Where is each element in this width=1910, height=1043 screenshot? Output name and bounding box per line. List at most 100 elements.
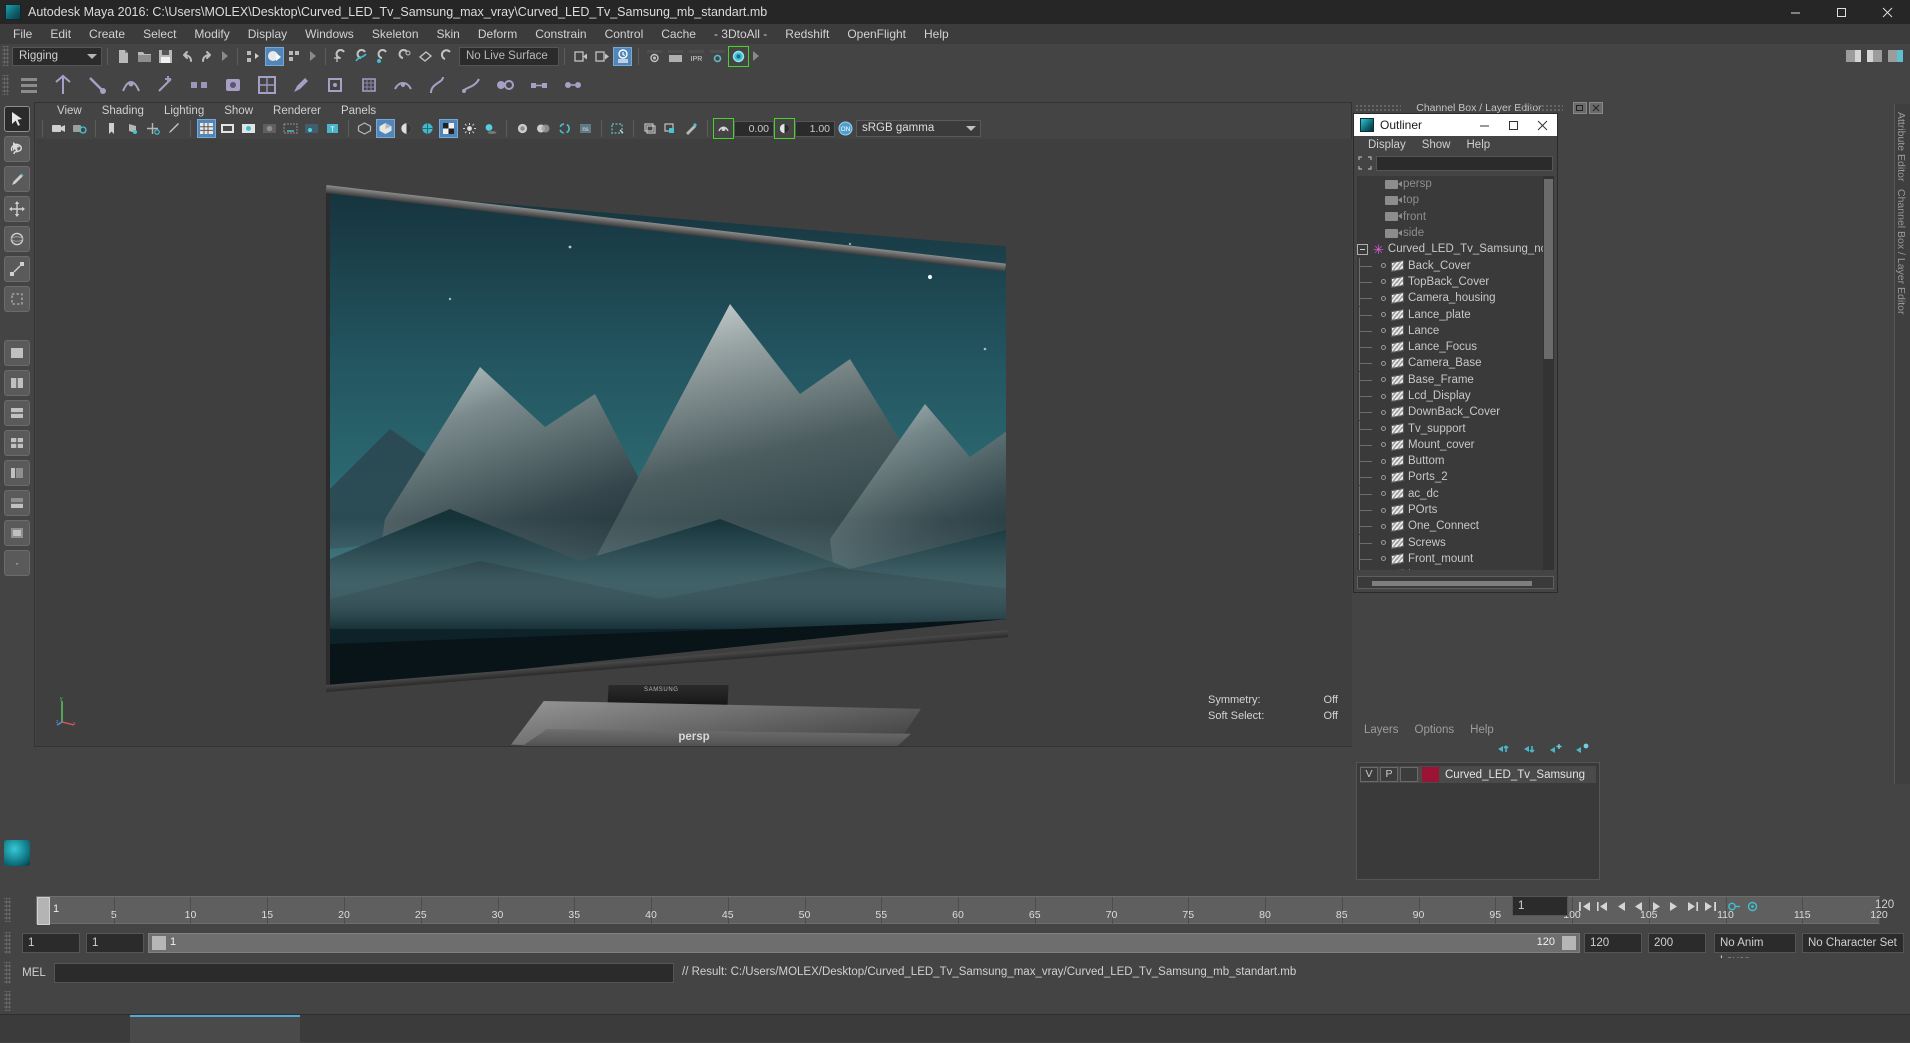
menu-item-openflight[interactable]: OpenFlight xyxy=(838,25,915,43)
use-default-material-icon[interactable] xyxy=(397,119,416,138)
menu-item-help[interactable]: Help xyxy=(915,25,958,43)
panel-gripper[interactable] xyxy=(1355,104,1401,112)
smooth-shade-icon[interactable] xyxy=(376,119,395,138)
close-button[interactable] xyxy=(1864,0,1910,24)
tree-node-knob[interactable] xyxy=(1381,393,1386,399)
menu-item-create[interactable]: Create xyxy=(80,25,134,43)
range-slider[interactable]: 1 120 xyxy=(148,933,1580,953)
menu-item-modify[interactable]: Modify xyxy=(185,25,238,43)
show-attribute-editor-icon[interactable] xyxy=(1844,46,1863,65)
layer-playback-toggle[interactable]: P xyxy=(1380,767,1398,782)
go-to-end-icon[interactable] xyxy=(1702,897,1718,915)
tree-node-knob[interactable] xyxy=(1381,507,1386,513)
help-line-gripper[interactable] xyxy=(4,991,11,1011)
motion-blur-icon[interactable] xyxy=(534,119,553,138)
new-layer-from-selected-icon[interactable] xyxy=(1575,742,1590,755)
viewport-menu-shading[interactable]: Shading xyxy=(92,105,154,117)
viewport-menu-renderer[interactable]: Renderer xyxy=(263,105,331,117)
anim-layer-dropdown[interactable]: No Anim Layer xyxy=(1714,933,1796,967)
sidetab-channel-box[interactable]: Channel Box / Layer Editor xyxy=(1895,189,1907,315)
sidetab-attribute-editor[interactable]: Attribute Editor xyxy=(1895,112,1907,181)
outliner-item-front-mount[interactable]: Front_mount xyxy=(1357,550,1554,567)
menu-item-skin[interactable]: Skin xyxy=(428,25,469,43)
camera-attributes-icon[interactable] xyxy=(70,119,89,138)
parent-constraint-icon[interactable] xyxy=(524,70,554,100)
blend-shape-icon[interactable] xyxy=(490,70,520,100)
outliner-item-back-cover[interactable]: Back_Cover xyxy=(1357,257,1554,274)
outliner-menu-display[interactable]: Display xyxy=(1360,139,1414,151)
outliner-horizontal-scrollbar[interactable] xyxy=(1357,576,1554,589)
toolbox-move-tool[interactable] xyxy=(4,196,30,222)
tree-node-knob[interactable] xyxy=(1381,263,1386,269)
tree-node-knob[interactable] xyxy=(1381,377,1386,383)
taskbar-item[interactable] xyxy=(130,1015,300,1043)
toolbox-last-tool-used[interactable] xyxy=(4,286,30,312)
toolbox-two-pane-side-layout[interactable] xyxy=(4,370,30,396)
select-camera-icon[interactable] xyxy=(49,119,68,138)
character-set-dropdown[interactable]: No Character Set xyxy=(1802,933,1904,953)
paint-skin-weights-icon[interactable] xyxy=(286,70,316,100)
tree-node-knob[interactable] xyxy=(1381,474,1386,480)
outliner-item-buttom[interactable]: Buttom xyxy=(1357,453,1554,470)
scrollbar-thumb[interactable] xyxy=(1372,581,1532,586)
outliner-item-ac-dc[interactable]: ac_dc xyxy=(1357,485,1554,502)
xray-active-components-icon[interactable] xyxy=(640,119,659,138)
move-layer-down-icon[interactable] xyxy=(1523,742,1538,755)
outliner-item-front[interactable]: front xyxy=(1357,209,1554,225)
toolbox-scale-tool[interactable] xyxy=(4,256,30,282)
layer-color-swatch[interactable] xyxy=(1422,767,1439,782)
viewport-canvas-3d[interactable]: SAMSUNG y x z persp Symmetry: Off Soft Sel… xyxy=(36,139,1352,746)
layer-menu-help[interactable]: Help xyxy=(1462,724,1502,736)
outliner-item-camera-housing[interactable]: Camera_housing xyxy=(1357,290,1554,307)
expand-toolbar-arrow-icon[interactable] xyxy=(753,51,759,61)
scrollbar-thumb[interactable] xyxy=(1544,179,1553,359)
tree-node-knob[interactable] xyxy=(1381,523,1386,529)
toolbox-four-pane-layout[interactable] xyxy=(4,430,30,456)
outliner-item-mount-cover[interactable]: Mount_cover xyxy=(1357,436,1554,453)
command-line-gripper[interactable] xyxy=(4,962,11,984)
layer-type-toggle[interactable] xyxy=(1400,767,1418,782)
tree-node-knob[interactable] xyxy=(1381,426,1386,432)
expand-collapse-icon[interactable] xyxy=(1357,243,1368,255)
outliner-vertical-scrollbar[interactable] xyxy=(1543,176,1554,570)
gate-mask-icon[interactable] xyxy=(260,119,279,138)
menu-item-select[interactable]: Select xyxy=(134,25,185,43)
grease-pencil-icon[interactable] xyxy=(165,119,184,138)
color-management-toggle[interactable]: ON xyxy=(836,119,855,138)
outliner-item-side[interactable]: side xyxy=(1357,225,1554,241)
save-scene-icon[interactable] xyxy=(156,47,175,66)
menu-item-display[interactable]: Display xyxy=(239,25,296,43)
joint-tool-icon[interactable] xyxy=(48,70,78,100)
snap-to-curve-icon[interactable] xyxy=(353,47,372,66)
expand-toolbar-arrow-icon[interactable] xyxy=(222,51,228,61)
outliner-menu-show[interactable]: Show xyxy=(1414,139,1459,151)
tree-node-knob[interactable] xyxy=(1381,556,1386,562)
interactive-bind-icon[interactable] xyxy=(252,70,282,100)
show-tool-settings-icon[interactable] xyxy=(1865,46,1884,65)
menu-item-cache[interactable]: Cache xyxy=(652,25,705,43)
maximize-button[interactable] xyxy=(1818,0,1864,24)
wrap-icon[interactable] xyxy=(388,70,418,100)
tree-node-knob[interactable] xyxy=(1381,409,1386,415)
range-end-field[interactable]: 120 xyxy=(1584,933,1642,953)
skeleton-mirror-icon[interactable] xyxy=(184,70,214,100)
auto-key-icon[interactable] xyxy=(1726,897,1742,915)
toolbox-persp-hypershade-layout[interactable] xyxy=(4,520,30,546)
outliner-item-top[interactable]: top xyxy=(1357,192,1554,208)
toolbox-persp-graph-layout[interactable] xyxy=(4,490,30,516)
image-plane-icon[interactable] xyxy=(123,119,142,138)
outliner-item-lcd-display[interactable]: Lcd_Display xyxy=(1357,388,1554,404)
render-settings-icon[interactable] xyxy=(708,47,727,66)
viewport-menu-lighting[interactable]: Lighting xyxy=(154,105,214,117)
toolbar-gripper[interactable] xyxy=(2,46,9,66)
shaded-wireframe-icon[interactable] xyxy=(418,119,437,138)
resolution-gate-icon[interactable] xyxy=(239,119,258,138)
play-backwards-icon[interactable] xyxy=(1630,897,1646,915)
restore-icon[interactable] xyxy=(1573,102,1587,114)
snap-to-grid-icon[interactable] xyxy=(332,47,351,66)
menu-set-dropdown[interactable]: Rigging xyxy=(12,46,102,66)
texture-toggle-icon[interactable]: T xyxy=(323,119,342,138)
menu-item-skeleton[interactable]: Skeleton xyxy=(363,25,428,43)
expand-toolbar-arrow-icon[interactable] xyxy=(310,51,316,61)
outliner-close-button[interactable] xyxy=(1528,114,1557,136)
